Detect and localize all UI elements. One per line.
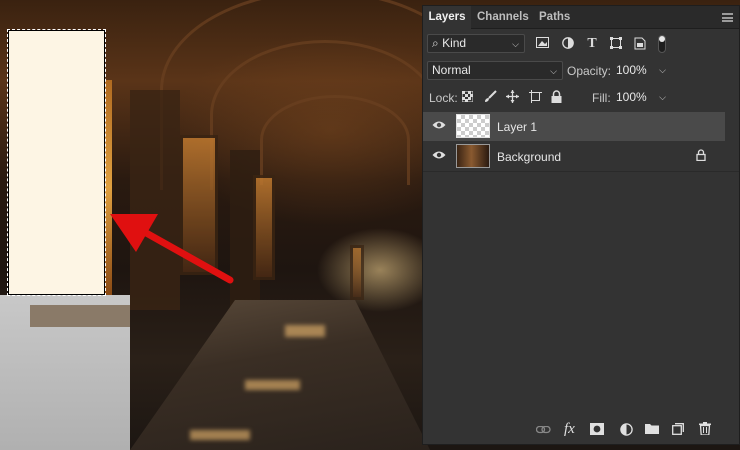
kind-filter-label: Kind bbox=[442, 36, 467, 50]
new-layer-icon[interactable] bbox=[672, 423, 684, 435]
wall-plank bbox=[130, 90, 180, 310]
layers-panel: Layers Channels Paths ⌕ Kind ⌵ T Normal bbox=[422, 5, 740, 445]
mask-icon[interactable] bbox=[590, 423, 604, 435]
layer-thumbnail bbox=[456, 114, 490, 138]
layer-row-layer-1[interactable]: Layer 1 bbox=[423, 112, 725, 141]
marquee-selection[interactable] bbox=[7, 29, 106, 296]
smart-object-icon bbox=[634, 37, 646, 50]
padlock-icon bbox=[551, 90, 561, 103]
light-patch bbox=[245, 380, 300, 390]
search-icon: ⌕ bbox=[432, 36, 439, 50]
train-window bbox=[253, 175, 275, 280]
lock-row: Lock: Fill: 100% ⌵ bbox=[423, 88, 739, 110]
shape-filter-icon[interactable] bbox=[609, 37, 623, 52]
panel-bottom-bar: fx bbox=[423, 414, 739, 444]
fill-label: Fill: bbox=[592, 91, 611, 105]
fx-icon[interactable]: fx bbox=[564, 421, 575, 438]
adjustment-filter-icon[interactable] bbox=[561, 37, 575, 52]
lock-all-icon[interactable] bbox=[550, 90, 562, 106]
kind-filter-dropdown[interactable]: ⌕ Kind ⌵ bbox=[427, 34, 525, 53]
opacity-label: Opacity: bbox=[567, 64, 612, 78]
layer-name[interactable]: Layer 1 bbox=[497, 120, 537, 134]
half-circle-icon bbox=[562, 37, 574, 49]
smart-object-filter-icon[interactable] bbox=[633, 37, 647, 53]
artboard-icon bbox=[528, 90, 542, 103]
trash-icon[interactable] bbox=[699, 422, 711, 435]
fill-value: 100% bbox=[616, 90, 647, 104]
tab-channels[interactable]: Channels bbox=[477, 6, 529, 29]
blend-mode-value: Normal bbox=[432, 63, 471, 77]
panel-menu-icon[interactable] bbox=[722, 13, 733, 22]
lock-position-icon[interactable] bbox=[505, 90, 519, 106]
tab-paths[interactable]: Paths bbox=[539, 6, 570, 29]
panel-tab-bar: Layers Channels Paths bbox=[423, 6, 739, 29]
layer-row-background[interactable]: Background bbox=[423, 142, 725, 171]
lock-label: Lock: bbox=[429, 91, 458, 105]
checker-icon bbox=[461, 90, 473, 103]
lock-image-pixels-icon[interactable] bbox=[483, 90, 497, 106]
chevron-down-icon: ⌵ bbox=[512, 39, 519, 49]
window-frame-edge bbox=[104, 80, 112, 295]
move-icon bbox=[505, 90, 519, 103]
layer-name[interactable]: Background bbox=[497, 150, 561, 164]
lock-artboard-icon[interactable] bbox=[528, 90, 542, 106]
type-filter-icon[interactable]: T bbox=[585, 37, 599, 51]
shape-icon bbox=[610, 37, 622, 49]
tab-layers[interactable]: Layers bbox=[423, 6, 471, 29]
ceiling-rib bbox=[260, 95, 410, 185]
fill-field[interactable]: 100% ⌵ bbox=[616, 88, 668, 107]
filter-toggle-switch[interactable] bbox=[658, 35, 666, 53]
opacity-field[interactable]: 100% ⌵ bbox=[616, 61, 668, 80]
link-icon[interactable] bbox=[536, 426, 551, 434]
opacity-value: 100% bbox=[616, 63, 647, 77]
train-window bbox=[350, 245, 364, 300]
light-patch bbox=[190, 430, 250, 440]
pixel-filter-icon[interactable] bbox=[535, 37, 549, 51]
lock-icon[interactable] bbox=[696, 149, 706, 161]
chevron-down-icon: ⌵ bbox=[659, 92, 666, 102]
lock-transparent-pixels-icon[interactable] bbox=[461, 90, 473, 105]
filter-row: ⌕ Kind ⌵ T bbox=[423, 34, 739, 56]
image-icon bbox=[535, 37, 549, 48]
chevron-down-icon: ⌵ bbox=[659, 65, 666, 75]
blend-row: Normal ⌵ Opacity: 100% ⌵ bbox=[423, 61, 739, 83]
window-sill bbox=[30, 305, 130, 327]
chevron-down-icon: ⌵ bbox=[550, 66, 557, 76]
folder-icon[interactable] bbox=[645, 423, 659, 434]
carriage-floor bbox=[130, 300, 430, 450]
list-divider bbox=[423, 171, 739, 172]
adjustment-icon[interactable] bbox=[620, 423, 633, 436]
eye-icon[interactable] bbox=[432, 150, 446, 160]
light-patch bbox=[285, 325, 325, 337]
layer-thumbnail bbox=[456, 144, 490, 168]
brush-icon bbox=[484, 90, 497, 102]
blend-mode-dropdown[interactable]: Normal ⌵ bbox=[427, 61, 563, 80]
toggle-knob bbox=[659, 36, 665, 42]
train-window bbox=[180, 135, 218, 275]
eye-icon[interactable] bbox=[432, 120, 446, 130]
